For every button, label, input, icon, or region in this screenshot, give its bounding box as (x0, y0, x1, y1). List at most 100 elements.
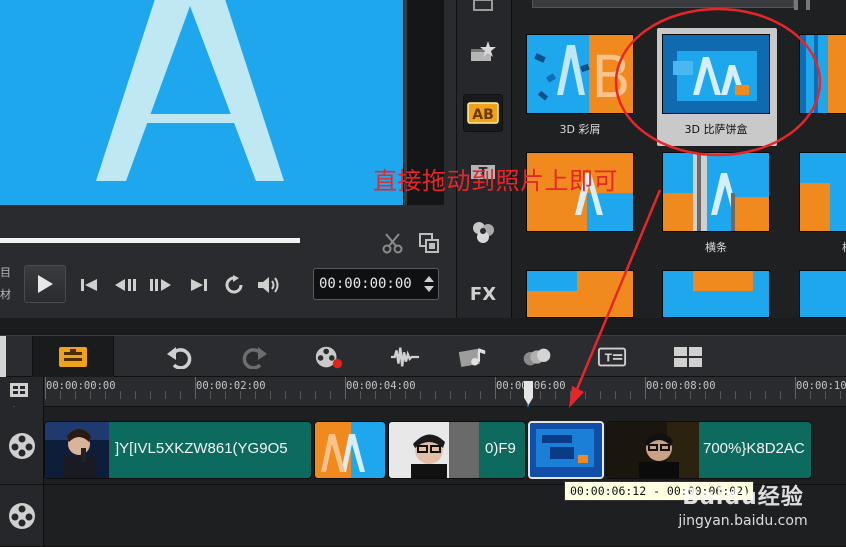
skip-end-icon (191, 279, 207, 291)
copy-icon[interactable] (418, 232, 440, 254)
instant-project-icon (471, 41, 496, 61)
subtitle-editor-button[interactable]: T (597, 343, 627, 371)
transition-thumbnail (662, 270, 770, 318)
film-reel-icon[interactable] (7, 431, 37, 461)
previous-frame-icon (115, 279, 136, 291)
svg-text:AB: AB (472, 107, 494, 123)
ruler-minor-tick (660, 391, 661, 399)
instant-project-button[interactable] (463, 33, 503, 71)
undo-button[interactable] (164, 343, 194, 371)
ruler-minor-tick (180, 391, 181, 399)
overlay-track-header (0, 485, 44, 546)
watermark: Baidu经验 jingyan.baidu.com (648, 479, 838, 529)
timeline-clip-3[interactable]: 700%}K8D2AC (606, 421, 812, 479)
transition-tile-label: 3D 比萨饼盒 (684, 123, 748, 136)
timeline-toolbar: T (0, 335, 846, 378)
ruler-minor-tick (600, 391, 601, 399)
next-frame-button[interactable] (148, 274, 174, 296)
go-to-end-button[interactable] (186, 274, 212, 296)
ruler-minor-tick (735, 391, 736, 399)
transition-thumbnail (799, 152, 846, 232)
transition-library-button[interactable]: AB (463, 94, 503, 132)
speaker-icon (258, 277, 279, 293)
library-category-bar[interactable] (532, 0, 794, 8)
previous-frame-button[interactable] (112, 274, 138, 296)
svg-text:FX: FX (470, 284, 496, 305)
preview-letter-a (96, 0, 284, 181)
ruler-minor-tick (120, 391, 121, 399)
volume-button[interactable] (256, 274, 282, 296)
timeline-transition-clip[interactable] (314, 421, 386, 479)
media-library-button[interactable] (463, 0, 503, 24)
ruler-minor-tick (300, 391, 301, 399)
ruler-minor-tick (375, 391, 376, 399)
transition-tile-label: 横条 (705, 241, 727, 254)
clip-thumbnail (607, 422, 699, 478)
ruler-minor-tick (135, 391, 136, 399)
ruler-minor-tick (555, 391, 556, 399)
clip-thumbnail (315, 422, 365, 478)
record-capture-button[interactable] (314, 343, 344, 371)
ruler-minor-tick (225, 391, 226, 399)
clip-thumbnail (45, 422, 109, 478)
clip-caption: 700%}K8D2AC (703, 440, 805, 457)
timeline-view-button[interactable] (32, 336, 114, 378)
undo-icon (167, 347, 192, 369)
timecode-spinner-icon[interactable] (423, 274, 435, 294)
filter-fx-icon: FX (470, 284, 496, 305)
redo-button[interactable] (240, 343, 270, 371)
auto-music-button[interactable] (458, 343, 488, 371)
ruler-minor-tick (630, 391, 631, 399)
ruler-time-label: 00:00:10 (796, 380, 846, 392)
library-toolbar-divider (806, 0, 810, 10)
ruler-minor-tick (825, 391, 826, 399)
view-toggle-edge[interactable] (0, 336, 6, 378)
clip-thumbnail (389, 422, 479, 478)
graphic-library-button[interactable] (463, 213, 503, 251)
motion-tracking-button[interactable] (522, 343, 552, 371)
filter-library-button[interactable]: FX (463, 274, 503, 312)
film-reel-icon[interactable] (7, 501, 37, 531)
ruler-minor-tick (75, 391, 76, 399)
ruler-minor-tick (480, 391, 481, 399)
repeat-button[interactable] (221, 274, 247, 296)
ruler-minor-tick (780, 391, 781, 399)
timeline-clip-1[interactable]: ]Y[IVL5XKZW861(YG9O5 (44, 421, 312, 479)
dropped-transition-clip[interactable] (528, 421, 604, 479)
video-track-header (0, 407, 44, 484)
play-button[interactable] (24, 265, 66, 303)
sound-mixer-button[interactable] (390, 343, 420, 371)
ruler-minor-tick (465, 391, 466, 399)
clip-caption: ]Y[IVL5XKZW861(YG9O5 (115, 440, 288, 457)
transition-thumbnail: B (526, 34, 634, 114)
side-label-project[interactable]: 目 (0, 262, 14, 284)
multi-camera-button[interactable] (673, 343, 703, 371)
ruler-minor-tick (150, 391, 151, 399)
graphic-icon (473, 222, 494, 243)
clip-thumbnail (530, 423, 602, 477)
transition-tile-label: 3D 彩屑 (559, 123, 601, 136)
timecode-field[interactable]: 00:00:00:00 (313, 268, 439, 300)
ruler-minor-tick (765, 391, 766, 399)
ruler-minor-tick (675, 391, 676, 399)
playback-scrubber[interactable] (0, 238, 300, 243)
watermark-brand: Baidu经验 (682, 485, 804, 510)
ruler-minor-tick (690, 391, 691, 399)
go-to-start-button[interactable] (76, 274, 102, 296)
timeline-clip-2[interactable]: 0)F9 (388, 421, 526, 479)
ruler-minor-tick (705, 391, 706, 399)
ruler-minor-tick (540, 391, 541, 399)
timeline-ruler[interactable]: +/− 00:00:00:0000:00:02:0000:00:04:0000:… (0, 377, 846, 417)
transition-thumbnail (799, 34, 846, 114)
transition-ab-icon: AB (467, 102, 499, 124)
watermark-url: jingyan.baidu.com (678, 513, 808, 529)
clip-caption: 0)F9 (485, 440, 516, 457)
split-clip-icon[interactable] (382, 232, 404, 254)
svg-text:T: T (605, 353, 612, 365)
skip-start-icon (81, 279, 97, 291)
timecode-value: 00:00:00:00 (319, 276, 412, 292)
side-label-clip[interactable]: 材 (0, 284, 14, 306)
preview-panel: A 目 材 (0, 0, 456, 318)
ruler-minor-tick (105, 391, 106, 399)
ruler-minor-tick (330, 391, 331, 399)
